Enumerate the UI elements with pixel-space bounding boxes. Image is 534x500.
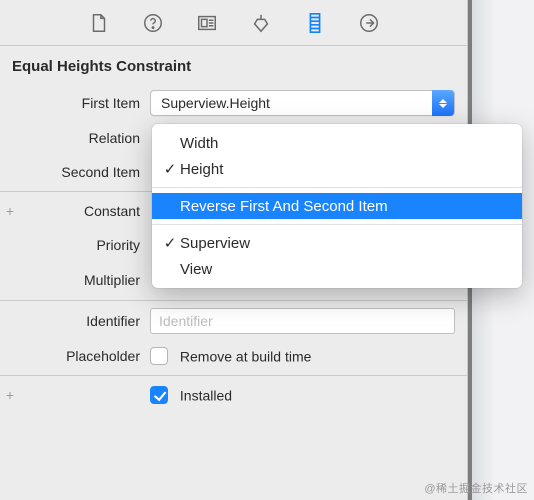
- menu-item-label: Reverse First And Second Item: [180, 198, 388, 215]
- label-constant: Constant: [20, 203, 150, 219]
- add-installed-icon[interactable]: +: [0, 388, 20, 402]
- first-item-value: Superview.Height: [161, 95, 270, 111]
- menu-separator: [152, 224, 522, 225]
- file-inspector-icon[interactable]: [84, 8, 114, 38]
- menu-item-width[interactable]: Width: [152, 130, 522, 156]
- row-first-item: First Item Superview.Height: [0, 85, 467, 121]
- row-installed: + Installed: [0, 378, 467, 412]
- installed-label: Installed: [180, 387, 232, 403]
- menu-item-label: Width: [180, 135, 218, 152]
- add-constant-icon[interactable]: +: [0, 204, 20, 218]
- first-item-popup[interactable]: Superview.Height: [150, 90, 455, 116]
- label-identifier: Identifier: [20, 313, 150, 329]
- watermark: @稀土掘金技术社区: [424, 480, 528, 496]
- identity-inspector-icon[interactable]: [192, 8, 222, 38]
- label-relation: Relation: [20, 130, 150, 146]
- menu-item-label: Superview: [180, 235, 250, 252]
- menu-item-view[interactable]: View: [152, 256, 522, 282]
- row-placeholder: Placeholder Remove at build time: [0, 339, 467, 373]
- row-identifier: Identifier: [0, 303, 467, 339]
- remove-at-build-label: Remove at build time: [180, 348, 312, 364]
- remove-at-build-checkbox[interactable]: [150, 347, 168, 365]
- menu-separator: [152, 187, 522, 188]
- chevron-updown-icon: [432, 90, 454, 116]
- checkmark-icon: ✓: [160, 234, 180, 252]
- size-inspector-icon[interactable]: [300, 8, 330, 38]
- divider: [0, 300, 467, 301]
- inspector-toolbar: [0, 0, 467, 46]
- menu-item-reverse[interactable]: Reverse First And Second Item: [152, 193, 522, 219]
- section-title: Equal Heights Constraint: [0, 46, 467, 85]
- label-second-item: Second Item: [20, 164, 150, 180]
- label-placeholder: Placeholder: [20, 348, 150, 364]
- installed-checkbox[interactable]: [150, 386, 168, 404]
- menu-item-label: View: [180, 261, 212, 278]
- attributes-inspector-icon[interactable]: [246, 8, 276, 38]
- connections-inspector-icon[interactable]: [354, 8, 384, 38]
- divider: [0, 375, 467, 376]
- first-item-dropdown-menu: Width ✓ Height Reverse First And Second …: [152, 124, 522, 288]
- menu-item-height[interactable]: ✓ Height: [152, 156, 522, 182]
- menu-item-label: Height: [180, 161, 223, 178]
- help-inspector-icon[interactable]: [138, 8, 168, 38]
- label-priority: Priority: [20, 237, 150, 253]
- label-multiplier: Multiplier: [20, 272, 150, 288]
- menu-item-superview[interactable]: ✓ Superview: [152, 230, 522, 256]
- identifier-input[interactable]: [150, 308, 455, 334]
- checkmark-icon: ✓: [160, 160, 180, 178]
- label-first-item: First Item: [20, 95, 150, 111]
